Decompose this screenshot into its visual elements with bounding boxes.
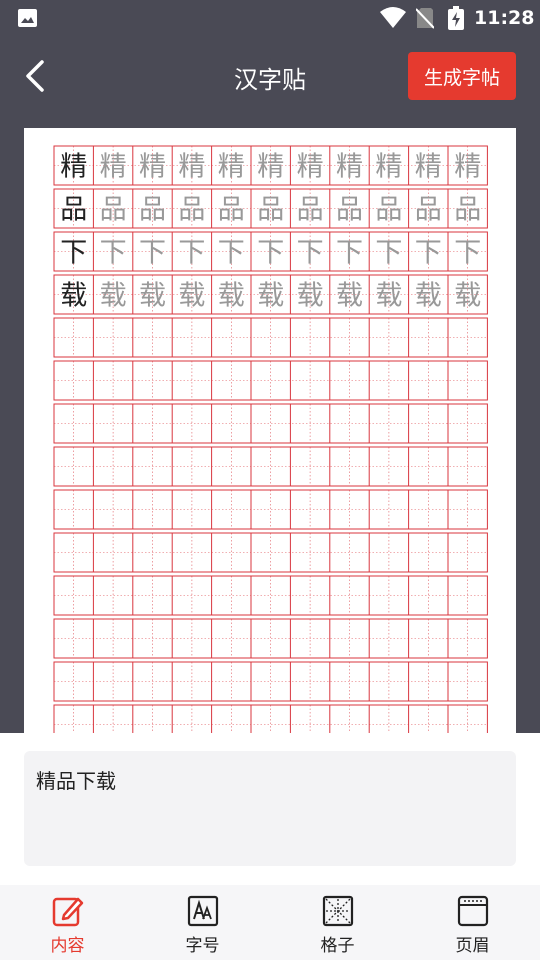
- trace-character: 品: [100, 195, 127, 226]
- trace-character: 下: [415, 238, 442, 269]
- trace-character: 品: [139, 195, 166, 226]
- gallery-icon: [18, 9, 37, 27]
- trace-character: 品: [297, 195, 324, 226]
- header-icon: [457, 895, 488, 927]
- grid-icon: [322, 895, 353, 927]
- trace-character: 载: [178, 281, 205, 312]
- no-sim-icon: [416, 8, 434, 29]
- trace-character: 下: [375, 238, 402, 269]
- trace-character: 精: [100, 152, 127, 183]
- trace-character: 精: [257, 152, 284, 183]
- tab-label: 内容: [50, 936, 85, 956]
- tab-font-size[interactable]: 字号: [135, 885, 270, 960]
- trace-character: 品: [415, 195, 442, 226]
- trace-character: 载: [336, 281, 363, 312]
- trace-character: 下: [297, 238, 324, 269]
- trace-character: 下: [454, 238, 481, 269]
- trace-character: 下: [100, 238, 127, 269]
- trace-character: 品: [178, 195, 205, 226]
- trace-character: 品: [257, 195, 284, 226]
- trace-character: 载: [375, 281, 402, 312]
- wifi-icon: [380, 7, 406, 28]
- trace-character: 精: [454, 152, 481, 183]
- font-size-icon: [187, 895, 218, 927]
- trace-character: 精: [375, 152, 402, 183]
- content-input[interactable]: 精品下载: [24, 751, 516, 866]
- trace-character: 载: [218, 281, 245, 312]
- tab-grid[interactable]: 格子: [270, 885, 405, 960]
- trace-character: 精: [218, 152, 245, 183]
- copybook-preview: 精精精精精精精精精精精品品品品品品品品品品品下下下下下下下下下下下载载载载载载载…: [24, 128, 516, 733]
- trace-character: 精: [415, 152, 442, 183]
- trace-character: 精: [297, 152, 324, 183]
- model-character: 载: [60, 281, 87, 312]
- trace-character: 下: [139, 238, 166, 269]
- status-time: 11:28: [474, 7, 535, 29]
- trace-character: 品: [375, 195, 402, 226]
- tab-label: 格子: [320, 936, 355, 956]
- trace-character: 载: [257, 281, 284, 312]
- status-bar: 11:28: [0, 0, 540, 36]
- content-panel: 精品下载: [0, 733, 540, 885]
- trace-character: 精: [139, 152, 166, 183]
- trace-character: 品: [218, 195, 245, 226]
- trace-character: 品: [454, 195, 481, 226]
- trace-character: 载: [100, 281, 127, 312]
- bottom-tab-bar: 内容 字号 格子 页眉: [0, 885, 540, 960]
- trace-character: 载: [139, 281, 166, 312]
- model-character: 下: [60, 238, 87, 269]
- trace-character: 载: [297, 281, 324, 312]
- trace-character: 下: [257, 238, 284, 269]
- tab-label: 字号: [185, 936, 220, 956]
- trace-character: 下: [218, 238, 245, 269]
- trace-character: 载: [454, 281, 481, 312]
- battery-charging-icon: [448, 6, 464, 30]
- trace-character: 精: [178, 152, 205, 183]
- trace-character: 下: [178, 238, 205, 269]
- generate-copybook-button[interactable]: 生成字帖: [408, 52, 516, 100]
- model-character: 品: [60, 195, 87, 226]
- trace-character: 品: [336, 195, 363, 226]
- trace-character: 载: [415, 281, 442, 312]
- trace-character: 精: [336, 152, 363, 183]
- edit-icon: [52, 897, 83, 927]
- tab-label: 页眉: [455, 936, 490, 956]
- model-character: 精: [60, 152, 87, 183]
- app-bar: 汉字贴 生成字帖: [0, 36, 540, 116]
- trace-character: 下: [336, 238, 363, 269]
- practice-grid: 精精精精精精精精精精精品品品品品品品品品品品下下下下下下下下下下下载载载载载载载…: [53, 145, 488, 733]
- tab-header[interactable]: 页眉: [405, 885, 540, 960]
- tab-content[interactable]: 内容: [0, 885, 135, 960]
